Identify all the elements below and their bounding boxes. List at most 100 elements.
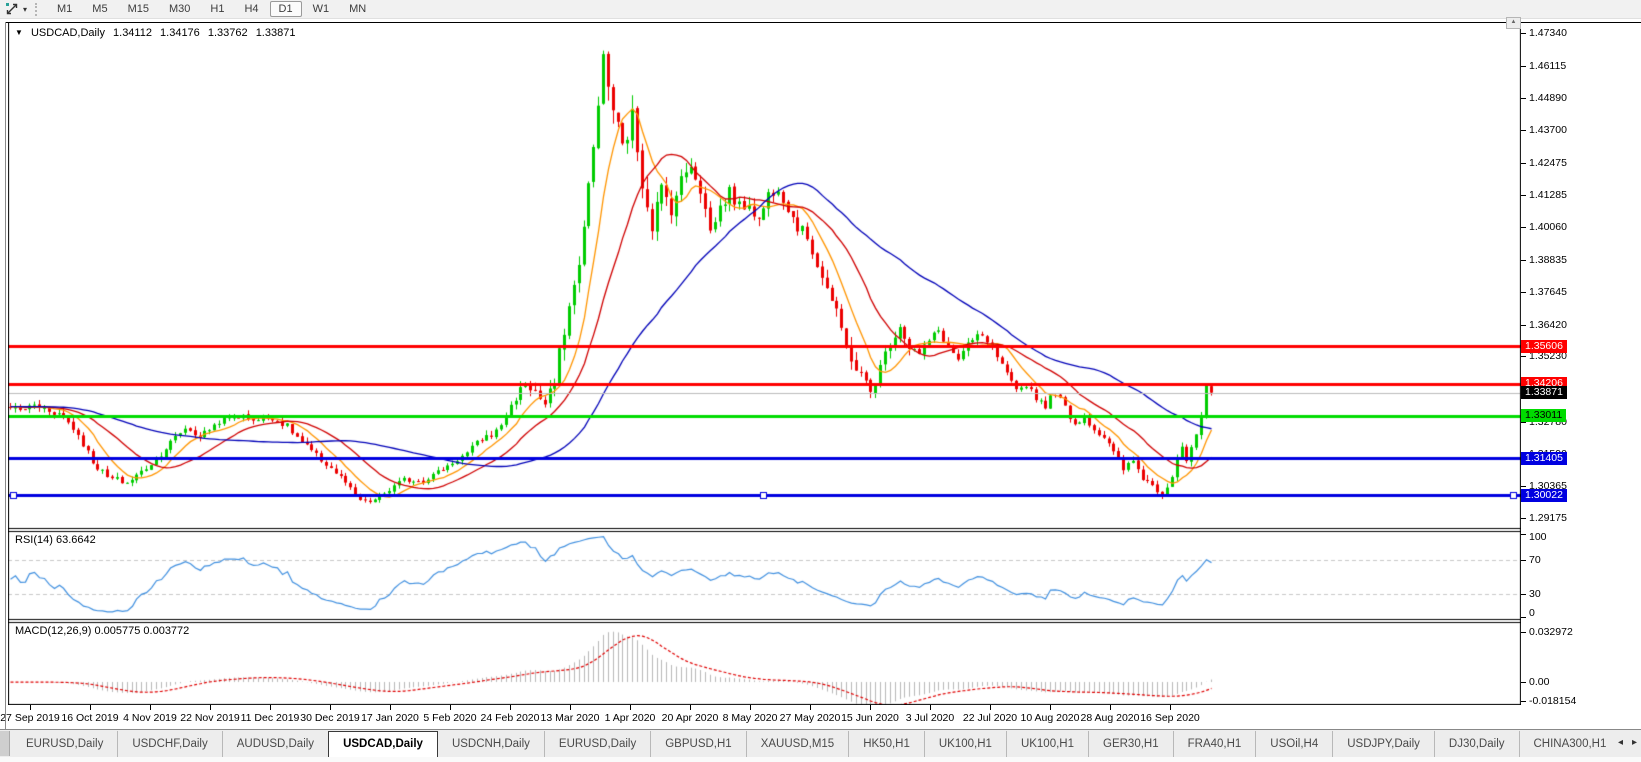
chart-tab-ger30-h1[interactable]: GER30,H1 <box>1088 731 1173 757</box>
price-level-badge: 1.35606 <box>1521 340 1567 353</box>
timeframe-buttons: M1M5M15M30H1H4D1W1MN <box>47 1 376 17</box>
price-tick <box>1521 130 1526 131</box>
timeframe-button-m5[interactable]: M5 <box>83 1 116 17</box>
timeframe-button-w1[interactable]: W1 <box>304 1 339 17</box>
date-tick <box>330 705 331 710</box>
cursor-tool-button[interactable]: ▾ <box>0 1 30 17</box>
date-tick <box>630 705 631 710</box>
timeframe-button-d1[interactable]: D1 <box>270 1 302 17</box>
price-level-badge: 1.33011 <box>1521 409 1566 422</box>
timeframe-button-h4[interactable]: H4 <box>235 1 267 17</box>
price-tick-label: 1.42475 <box>1529 157 1567 169</box>
macd-tick-label: 0.00 <box>1529 676 1549 688</box>
price-axis: 1.473401.461151.448901.437001.424751.412… <box>1521 0 1641 761</box>
timeframe-button-m15[interactable]: M15 <box>119 1 158 17</box>
date-label: 22 Jul 2020 <box>963 712 1017 724</box>
ohlc-low: 1.33762 <box>208 27 248 39</box>
chart-tab-gbpusd-h1[interactable]: GBPUSD,H1 <box>650 731 745 757</box>
chart-tab-usdcad-daily[interactable]: USDCAD,Daily <box>328 731 438 757</box>
ohlc-open: 1.34112 <box>113 27 152 39</box>
macd-tick <box>1521 632 1526 633</box>
tab-scroll-controls: ◂ ▸ <box>1618 737 1637 748</box>
chart-tab-eurusd-daily[interactable]: EURUSD,Daily <box>544 731 650 757</box>
price-level-badge: 1.30022 <box>1521 489 1567 502</box>
date-tick <box>510 705 511 710</box>
macd-tick <box>1521 701 1526 702</box>
chart-symbol-period: USDCAD,Daily <box>31 27 105 39</box>
chart-tab-eurusd-daily[interactable]: EURUSD,Daily <box>12 731 117 757</box>
date-tick <box>1050 705 1051 710</box>
rsi-tick <box>1521 617 1526 618</box>
date-tick <box>390 705 391 710</box>
price-tick-label: 1.43700 <box>1529 124 1567 136</box>
chart-tab-uk100-h1[interactable]: UK100,H1 <box>1006 731 1088 757</box>
price-tick-label: 1.41285 <box>1529 189 1567 201</box>
date-label: 24 Feb 2020 <box>481 712 540 724</box>
rsi-tick <box>1521 560 1526 561</box>
date-tick <box>150 705 151 710</box>
price-tick <box>1521 325 1526 326</box>
date-tick <box>210 705 211 710</box>
date-label: 5 Feb 2020 <box>423 712 476 724</box>
chart-frame-left-border <box>5 22 6 729</box>
date-label: 22 Nov 2019 <box>180 712 240 724</box>
chart-tab-audusd-daily[interactable]: AUDUSD,Daily <box>222 731 328 757</box>
rsi-tick <box>1521 534 1526 535</box>
date-label: 11 Dec 2019 <box>241 712 300 724</box>
date-label: 17 Jan 2020 <box>361 712 419 724</box>
price-tick-label: 1.37645 <box>1529 286 1567 298</box>
date-label: 3 Jul 2020 <box>906 712 954 724</box>
date-label: 27 Sep 2019 <box>0 712 60 724</box>
price-tick <box>1521 163 1526 164</box>
tab-scroll-right-button[interactable]: ▸ <box>1632 737 1637 748</box>
date-label: 10 Aug 2020 <box>1021 712 1080 724</box>
timeframe-button-m30[interactable]: M30 <box>160 1 199 17</box>
date-label: 30 Dec 2019 <box>300 712 360 724</box>
chart-tab-xauusd-m15[interactable]: XAUUSD,M15 <box>746 731 849 757</box>
timeframe-button-mn[interactable]: MN <box>340 1 375 17</box>
tab-bar-stub <box>0 731 10 756</box>
date-tick <box>990 705 991 710</box>
rsi-tick-label: 70 <box>1529 554 1541 566</box>
date-tick <box>690 705 691 710</box>
chart-frame-top-border <box>6 22 1641 23</box>
timeframe-button-h1[interactable]: H1 <box>201 1 233 17</box>
price-tick-label: 1.47340 <box>1529 27 1567 39</box>
chart-tab-usoil-h4[interactable]: USOil,H4 <box>1255 731 1332 757</box>
rsi-tick-label: 30 <box>1529 588 1541 600</box>
date-label: 1 Apr 2020 <box>605 712 656 724</box>
tab-scroll-left-button[interactable]: ◂ <box>1618 737 1623 748</box>
chart-tab-fra40-h1[interactable]: FRA40,H1 <box>1173 731 1256 757</box>
chart-title: ▼ USDCAD,Daily 1.34112 1.34176 1.33762 1… <box>15 27 300 39</box>
price-tick-label: 1.29175 <box>1529 512 1567 524</box>
date-tick <box>570 705 571 710</box>
price-tick <box>1521 66 1526 67</box>
chart-corner-button[interactable]: ▲ <box>1506 17 1521 29</box>
price-tick <box>1521 98 1526 99</box>
date-tick <box>90 705 91 710</box>
date-label: 13 Mar 2020 <box>541 712 600 724</box>
date-label: 27 May 2020 <box>780 712 841 724</box>
price-chart-canvas[interactable] <box>8 22 1521 705</box>
chart-tab-uk100-h1[interactable]: UK100,H1 <box>924 731 1006 757</box>
ohlc-high: 1.34176 <box>160 27 200 39</box>
price-tick <box>1521 260 1526 261</box>
price-tick <box>1521 33 1526 34</box>
chart-tab-china300-h1[interactable]: CHINA300,H1 <box>1519 731 1608 757</box>
chart-tab-usdchf-daily[interactable]: USDCHF,Daily <box>117 731 221 757</box>
date-label: 16 Oct 2019 <box>61 712 118 724</box>
chart-tab-usdjpy-daily[interactable]: USDJPY,Daily <box>1332 731 1434 757</box>
tab-bar-bottom-strip <box>0 757 1641 762</box>
date-tick <box>930 705 931 710</box>
price-tick-label: 1.44890 <box>1529 92 1567 104</box>
date-tick <box>30 705 31 710</box>
chart-tab-hk50-h1[interactable]: HK50,H1 <box>848 731 924 757</box>
chart-tabs: EURUSD,DailyUSDCHF,DailyAUDUSD,DailyUSDC… <box>12 731 1607 757</box>
chart-tab-usdcnh-daily[interactable]: USDCNH,Daily <box>438 731 544 757</box>
chart-tab-dj30-daily[interactable]: DJ30,Daily <box>1434 731 1519 757</box>
timeframe-button-m1[interactable]: M1 <box>48 1 81 17</box>
price-tick <box>1521 518 1526 519</box>
price-tick-label: 1.38835 <box>1529 254 1567 266</box>
ohlc-close: 1.33871 <box>256 27 296 39</box>
date-tick <box>450 705 451 710</box>
